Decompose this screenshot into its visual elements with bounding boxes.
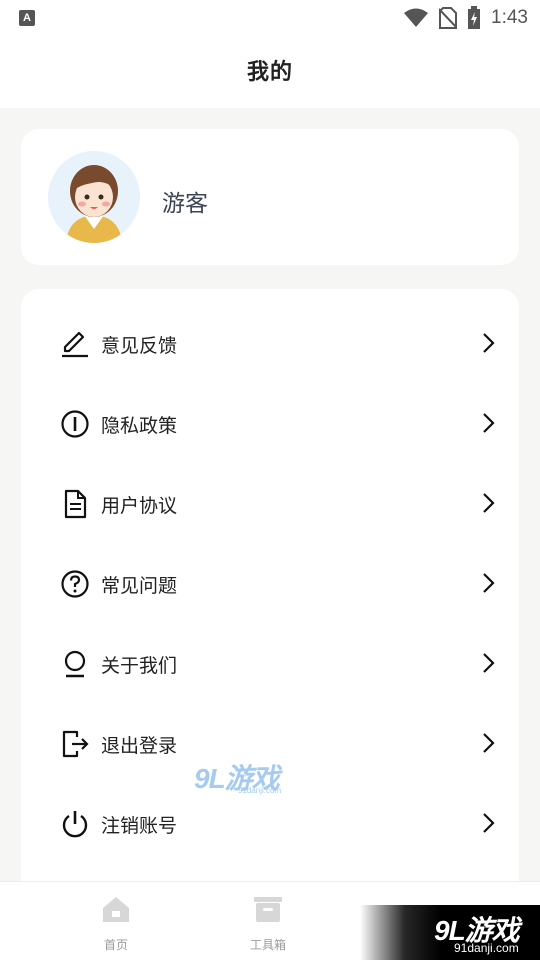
menu-item-privacy-policy[interactable]: 隐私政策 [21,383,519,463]
info-circle-icon [61,410,89,438]
menu-item-label: 常见问题 [101,576,178,597]
chevron-right-icon [483,733,495,753]
watermark-url: 91danji.com [454,941,519,955]
username[interactable]: 游客 [162,184,208,218]
menu-item-label: 注销账号 [101,816,178,837]
menu-card: 意见反馈 隐私政策 用户协议 常见问题 关于我们 退出登录 注销账号 [21,289,519,889]
chevron-right-icon [483,493,495,513]
tab-label: 首页 [103,938,128,952]
chevron-right-icon [483,333,495,353]
chevron-right-icon [483,813,495,833]
menu-item-feedback[interactable]: 意见反馈 [21,303,519,383]
edit-pen-icon [62,331,88,358]
menu-item-about-us[interactable]: 关于我们 [21,623,519,703]
menu-item-faq[interactable]: 常见问题 [21,543,519,623]
menu-item-user-agreement[interactable]: 用户协议 [21,463,519,543]
chevron-right-icon [483,573,495,593]
page-header: 我的 [0,36,540,108]
document-icon [64,489,87,519]
menu-item-label: 退出登录 [101,736,178,757]
status-bar: A 1:43 [0,0,540,36]
clock: 1:43 [491,7,528,28]
status-icons: 1:43 [403,6,528,30]
watermark-corner: 9L游戏 91danji.com [360,905,540,960]
page-title: 我的 [246,59,293,84]
power-icon [62,811,88,838]
wifi-icon [404,8,429,27]
watermark-center: 9L游戏 91danji.com [194,765,294,799]
chevron-right-icon [483,413,495,433]
no-sim-icon [439,7,458,29]
question-circle-icon [61,570,89,598]
tab-label: 工具箱 [249,938,286,952]
watermark-url: 91danji.com [238,786,282,795]
profile-card[interactable]: 游客 [21,129,519,265]
avatar[interactable] [48,151,140,243]
menu-item-label: 用户协议 [101,496,178,517]
person-outline-icon [64,650,86,678]
home-icon [103,897,129,922]
chevron-right-icon [483,653,495,673]
app-notification-icon: A [19,10,35,26]
tab-toolbox[interactable]: 工具箱 [208,882,328,961]
logout-icon [62,730,89,758]
menu-item-label: 意见反馈 [101,336,178,357]
menu-item-label: 关于我们 [101,656,178,677]
avatar-illustration [48,151,140,243]
tab-home[interactable]: 首页 [56,882,176,961]
toolbox-icon [254,897,282,922]
menu-item-label: 隐私政策 [101,416,178,437]
battery-charging-icon [468,6,481,29]
